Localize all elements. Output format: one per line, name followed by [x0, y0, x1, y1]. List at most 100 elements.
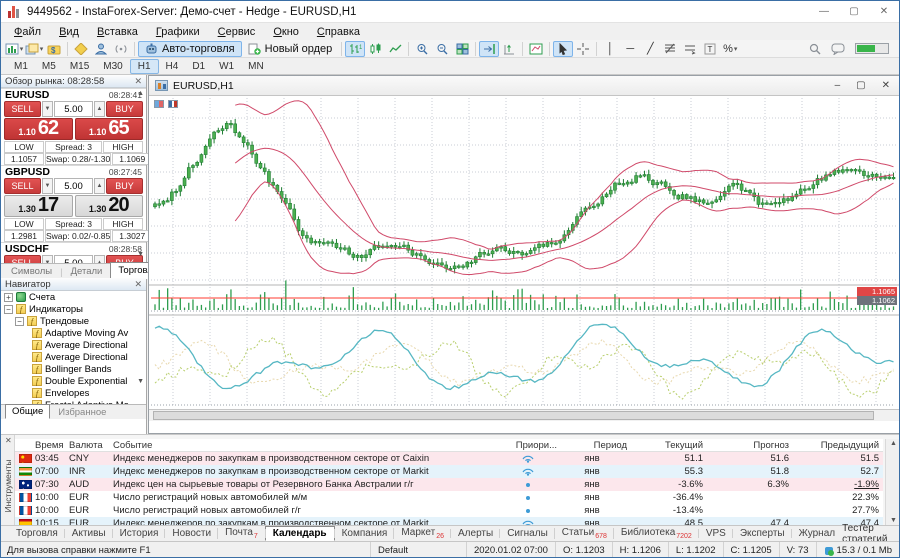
market-watch-close-icon[interactable]: ✕ [134, 76, 142, 87]
indicators-icon[interactable] [526, 41, 546, 57]
calendar-row[interactable]: 10:00 EUR Число регистраций новых автомо… [15, 491, 883, 504]
tf-m30[interactable]: M30 [96, 60, 129, 73]
tab-codebase[interactable]: Библиотека7202 [614, 526, 699, 541]
text-tool-icon[interactable]: T [700, 41, 720, 57]
open-account-icon[interactable]: $ [44, 41, 64, 57]
toolbox-close-icon[interactable]: ✕ [5, 436, 12, 445]
candles-mode-icon[interactable] [365, 41, 385, 57]
bars-mode-icon[interactable]: 1 [345, 41, 365, 57]
tab-assets[interactable]: Активы [65, 527, 113, 540]
tab-alerts[interactable]: Алерты [451, 527, 500, 540]
tab-common[interactable]: Общие [5, 404, 50, 419]
tree-item-accounts[interactable]: +Счета [1, 291, 146, 303]
profiles-icon[interactable]: ▾ [24, 41, 44, 57]
calendar-header-row[interactable]: Время Валюта Событие Приори... Период Те… [15, 439, 883, 452]
tree-item-indicator[interactable]: fDouble Exponential [1, 375, 146, 387]
tree-item-indicator[interactable]: fBollinger Bands [1, 363, 146, 375]
depth-of-market-icon[interactable] [168, 100, 178, 108]
tf-m15[interactable]: M15 [63, 60, 96, 73]
tf-m5[interactable]: M5 [35, 60, 63, 73]
buy-button[interactable]: BUY [106, 178, 143, 194]
lot-up-icon[interactable]: ▲ [94, 178, 105, 194]
lot-input[interactable]: 5.00 [54, 178, 93, 194]
tab-favorites[interactable]: Избранное [52, 406, 112, 419]
calendar-row[interactable]: 07:00 INR Индекс менеджеров по закупкам … [15, 465, 883, 478]
tree-item-indicator[interactable]: fEnvelopes [1, 387, 146, 399]
buy-button[interactable]: BUY [106, 101, 143, 117]
zoom-in-icon[interactable] [412, 41, 432, 57]
fibonacci-icon[interactable] [660, 41, 680, 57]
zoom-out-icon[interactable] [432, 41, 452, 57]
tab-mail[interactable]: Почта7 [218, 526, 265, 541]
tab-trade[interactable]: Торговля [9, 527, 65, 540]
autotrade-button[interactable]: Авто-торговля [138, 41, 242, 57]
tab-signals[interactable]: Сигналы [500, 527, 555, 540]
market-watch-icon[interactable] [71, 41, 91, 57]
tab-news[interactable]: Новости [165, 527, 218, 540]
one-click-trading-icon[interactable] [154, 100, 164, 108]
ask-price-panel[interactable]: 1.1065 [75, 118, 144, 140]
tab-vps[interactable]: VPS [699, 527, 733, 540]
chart-minimize-icon[interactable]: – [835, 80, 841, 91]
menu-window[interactable]: Окно [264, 25, 308, 39]
calendar-scrollbar[interactable]: ▲ ▼ [885, 439, 899, 525]
scroll-down-icon[interactable]: ▼ [137, 251, 144, 258]
sell-button[interactable]: SELL [4, 255, 41, 263]
menu-insert[interactable]: Вставка [88, 25, 147, 39]
tf-d1[interactable]: D1 [185, 60, 212, 73]
chart-title-bar[interactable]: EURUSD,H1 – ▢ ✕ [149, 76, 900, 96]
horizontal-line-icon[interactable]: ─ [620, 41, 640, 57]
lot-input[interactable]: 5.00 [54, 255, 93, 263]
vertical-line-icon[interactable]: │ [600, 41, 620, 57]
tab-experts[interactable]: Эксперты [733, 527, 792, 540]
chart-shift-icon[interactable] [499, 41, 519, 57]
tab-details[interactable]: Детали [67, 265, 107, 278]
cursor-icon[interactable] [553, 41, 573, 57]
broadcast-icon[interactable] [111, 41, 131, 57]
tf-m1[interactable]: M1 [7, 60, 35, 73]
chart-area[interactable]: 1.1065 1.1062 [149, 96, 900, 421]
chat-icon[interactable] [831, 43, 845, 55]
menu-help[interactable]: Справка [308, 25, 369, 39]
ask-price-panel[interactable]: 1.3020 [75, 195, 144, 217]
tf-mn[interactable]: MN [241, 60, 271, 73]
chart-close-icon[interactable]: ✕ [882, 80, 890, 91]
lot-up-icon[interactable]: ▲ [94, 255, 105, 263]
chart-hscrollbar[interactable] [149, 409, 900, 421]
tree-item-indicator[interactable]: fAverage Directional [1, 339, 146, 351]
navigator-close-icon[interactable]: ✕ [134, 279, 142, 290]
contacts-icon[interactable] [91, 41, 111, 57]
tf-h1[interactable]: H1 [130, 59, 159, 74]
tab-journal[interactable]: Журнал [792, 527, 843, 540]
lot-up-icon[interactable]: ▲ [94, 101, 105, 117]
arrows-tool-icon[interactable]: %▾ [720, 41, 740, 57]
tf-w1[interactable]: W1 [212, 60, 241, 73]
menu-charts[interactable]: Графики [147, 25, 209, 39]
calendar-row[interactable]: 10:00 EUR Число регистраций новых автомо… [15, 504, 883, 517]
maximize-button[interactable]: ▢ [839, 1, 869, 22]
menu-view[interactable]: Вид [50, 25, 88, 39]
tile-windows-icon[interactable] [452, 41, 472, 57]
trendline-icon[interactable]: ╱ [640, 41, 660, 57]
line-mode-icon[interactable] [385, 41, 405, 57]
channel-icon[interactable] [680, 41, 700, 57]
crosshair-icon[interactable] [573, 41, 593, 57]
bid-price-panel[interactable]: 1.1062 [4, 118, 73, 140]
lot-input[interactable]: 5.00 [54, 101, 93, 117]
minimize-button[interactable]: — [809, 1, 839, 22]
calendar-row[interactable]: 03:45 CNY Индекс менеджеров по закупкам … [15, 452, 883, 465]
menu-tools[interactable]: Сервис [209, 25, 265, 39]
lot-down-icon[interactable]: ▼ [42, 178, 53, 194]
calendar-row[interactable]: 07:30 AUD Индекс цен на сырьевые товары … [15, 478, 883, 491]
new-order-button[interactable]: Новый ордер [242, 41, 339, 57]
search-icon[interactable] [809, 43, 821, 55]
shift-end-icon[interactable] [479, 41, 499, 57]
tree-item-indicator[interactable]: fAdaptive Moving Av [1, 327, 146, 339]
tree-item-trend[interactable]: −fТрендовые [1, 315, 146, 327]
menu-file[interactable]: Файл [5, 25, 50, 39]
tf-h4[interactable]: H4 [159, 60, 186, 73]
tab-symbols[interactable]: Символы [7, 265, 56, 278]
bid-price-panel[interactable]: 1.3017 [4, 195, 73, 217]
profile-selector[interactable]: Default [370, 542, 466, 558]
lot-down-icon[interactable]: ▼ [42, 255, 53, 263]
